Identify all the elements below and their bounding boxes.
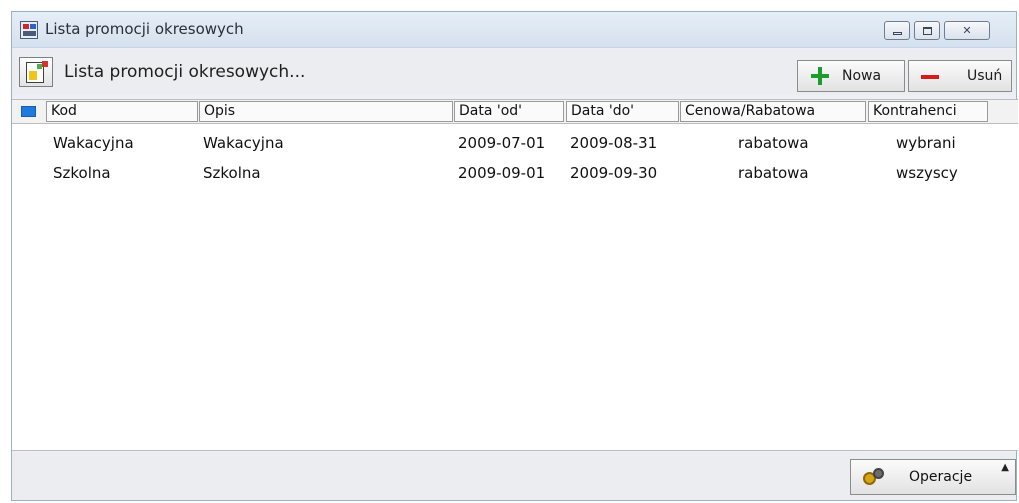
title-bar[interactable]: Lista promocji okresowych ✕ [12,12,1016,48]
cell-opis: Szkolna [203,164,261,182]
table-row[interactable]: Szkolna Szkolna 2009-09-01 2009-09-30 ra… [12,158,1018,188]
minimize-icon [892,32,902,35]
cell-kod: Wakacyjna [53,134,134,152]
column-header-data-od[interactable]: Data 'od' [454,101,564,122]
promotions-window: Lista promocji okresowych ✕ Lista promoc… [11,11,1018,501]
cell-kod: Szkolna [53,164,111,182]
minimize-button[interactable] [884,21,910,40]
caret-up-icon: ▲ [1001,462,1009,473]
status-bar: Operacje ▲ [12,453,1016,500]
new-button-label: Nowa [842,68,882,84]
minus-icon [921,75,939,79]
new-promotion-button[interactable]: Nowa [797,60,905,92]
cell-opis: Wakacyjna [203,134,284,152]
cell-kontrahenci: wszyscy [896,164,958,182]
promotions-list-icon[interactable] [19,57,53,87]
app-window-icon [20,21,38,39]
cell-data-od: 2009-07-01 [458,134,546,152]
row-selector-icon[interactable] [21,106,36,117]
cell-data-do: 2009-08-31 [570,134,658,152]
cell-typ: rabatowa [738,134,809,152]
toolbar-title: Lista promocji okresowych... [64,62,306,82]
cell-typ: rabatowa [738,164,809,182]
window-title: Lista promocji okresowych [45,20,244,38]
close-icon: ✕ [962,24,972,37]
table-row[interactable]: Wakacyjna Wakacyjna 2009-07-01 2009-08-3… [12,128,1018,158]
promotions-table[interactable]: Kod Opis Data 'od' Data 'do' Cenowa/Raba… [12,99,1018,451]
column-header-kod[interactable]: Kod [46,101,198,122]
table-header: Kod Opis Data 'od' Data 'do' Cenowa/Raba… [12,100,1018,124]
maximize-icon [922,26,932,35]
toolbar: Lista promocji okresowych... Nowa Usuń [12,49,1016,95]
column-header-opis[interactable]: Opis [199,101,453,122]
column-header-kontrahenci[interactable]: Kontrahenci [868,101,988,122]
operations-button[interactable]: Operacje ▲ [850,459,1016,495]
cell-data-do: 2009-09-30 [570,164,658,182]
column-header-data-do[interactable]: Data 'do' [566,101,679,122]
close-button[interactable]: ✕ [944,21,990,40]
operations-label: Operacje [909,469,973,485]
delete-promotion-button[interactable]: Usuń [908,60,1012,92]
cell-kontrahenci: wybrani [896,134,956,152]
plus-icon [811,67,829,85]
maximize-button[interactable] [914,21,940,40]
column-header-cenowa-rabatowa[interactable]: Cenowa/Rabatowa [680,101,866,122]
cell-data-od: 2009-09-01 [458,164,546,182]
gears-icon [863,468,885,486]
delete-button-label: Usuń [967,68,1003,84]
